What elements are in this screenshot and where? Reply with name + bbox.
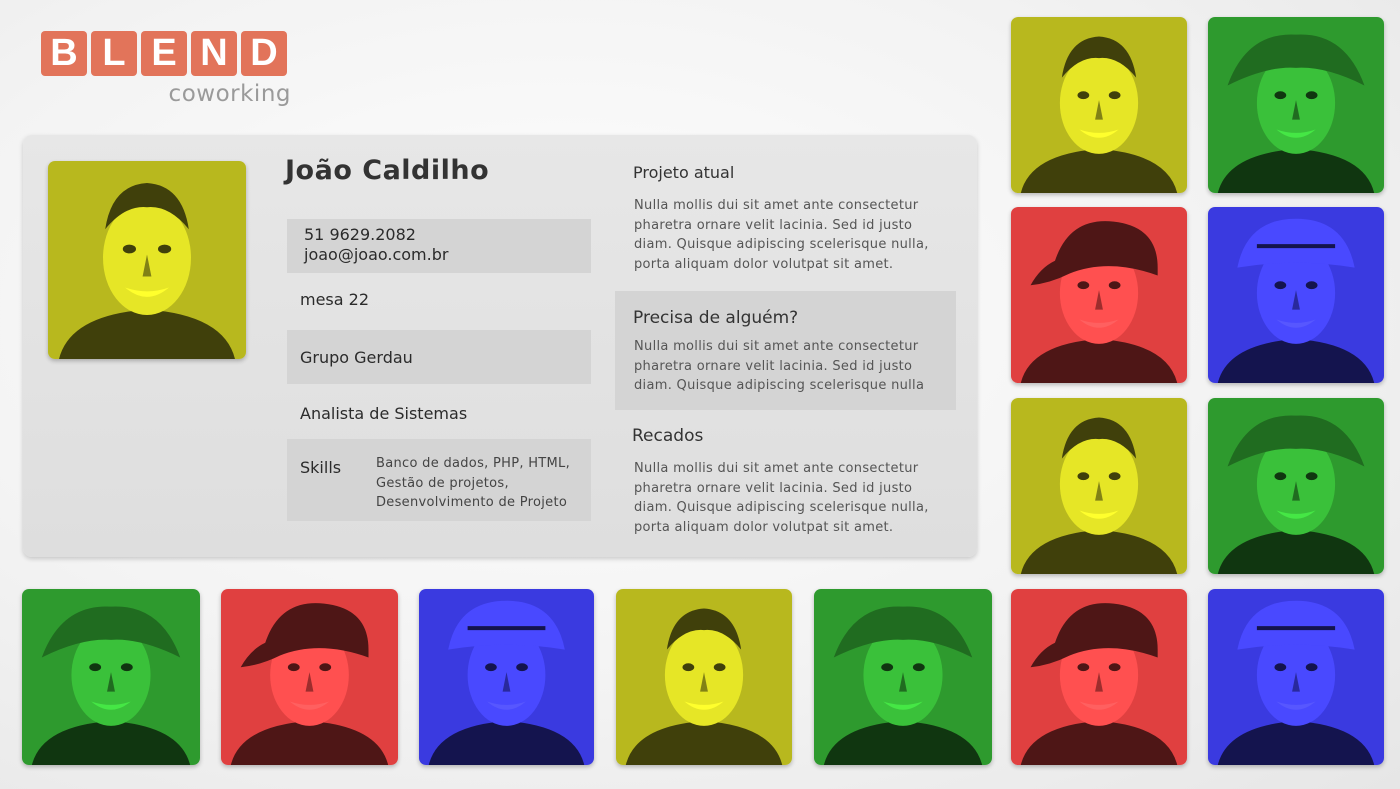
logo-letter-l: L [91, 31, 137, 76]
skills-box: Skills Banco de dados, PHP, HTML, Gestão… [287, 439, 591, 521]
messages-body: Nulla mollis dui sit amet ante consectet… [634, 459, 946, 537]
text-line: diam. Quisque adipiscing scelerisque nul… [634, 378, 925, 393]
role-label: Analista de Sistemas [300, 403, 468, 423]
member-photo-tile[interactable] [814, 589, 992, 765]
text-line: Nulla mollis dui sit amet ante consectet… [634, 461, 919, 476]
text-line: pharetra ornare velit lacinia. Sed id ju… [634, 358, 913, 374]
member-photo-tile[interactable] [419, 589, 594, 765]
member-photo-tile[interactable] [616, 589, 792, 765]
messages-title: Recados [632, 426, 704, 446]
skills-list: Banco de dados, PHP, HTML, Gestão de pro… [376, 439, 570, 521]
phone-number[interactable]: 51 9629.2082 [304, 225, 591, 245]
member-photo-tile[interactable] [1208, 589, 1384, 765]
logo-letter-n: N [191, 31, 237, 76]
text-line: porta aliquam dolor volutpat sit amet. [634, 256, 894, 272]
member-photo-tile[interactable] [1208, 207, 1384, 383]
member-photo-tile[interactable] [1011, 589, 1187, 765]
profile-name: João Caldilho [285, 155, 490, 186]
current-project-title: Projeto atual [633, 163, 735, 182]
text-line: Nulla mollis dui sit amet ante consectet… [634, 339, 919, 354]
profile-card: João Caldilho 51 9629.2082 joao@joao.com… [23, 135, 977, 557]
avatar-photo [48, 161, 246, 359]
member-photo-tile[interactable] [1208, 17, 1384, 193]
logo-subtitle: coworking [168, 81, 291, 107]
text-line: diam. Quisque adipiscing scelerisque nul… [634, 500, 929, 515]
company-name: Grupo Gerdau [287, 330, 591, 384]
member-photo-tile[interactable] [1011, 207, 1187, 383]
profile-avatar[interactable] [48, 161, 246, 359]
blend-logo: B L E N D coworking [41, 31, 291, 107]
logo-letter-b: B [41, 31, 87, 76]
skills-line: Banco de dados, PHP, HTML, [376, 456, 571, 471]
skills-line: Gestão de projetos, [376, 475, 509, 491]
member-photo-tile[interactable] [1208, 398, 1384, 574]
text-line: Nulla mollis dui sit amet ante consectet… [634, 198, 919, 213]
logo-letter-e: E [141, 31, 187, 76]
email-address[interactable]: joao@joao.com.br [304, 245, 591, 265]
need-someone-body: Nulla mollis dui sit amet ante consectet… [634, 337, 946, 396]
skills-label: Skills [300, 458, 342, 477]
need-someone-title: Precisa de alguém? [633, 308, 799, 328]
contact-box: 51 9629.2082 joao@joao.com.br [287, 219, 591, 273]
member-photo-tile[interactable] [1011, 398, 1187, 574]
member-photo-tile[interactable] [22, 589, 200, 765]
text-line: porta aliquam dolor volutpat sit amet. [634, 519, 894, 535]
company-label: Grupo Gerdau [300, 347, 413, 367]
job-role: Analista de Sistemas [287, 401, 591, 425]
text-line: pharetra ornare velit lacinia. Sed id ju… [634, 217, 913, 233]
skills-line: Desenvolvimento de Projeto [376, 495, 568, 510]
desk-number: mesa 22 [300, 290, 370, 309]
text-line: diam. Quisque adipiscing scelerisque nul… [634, 237, 929, 252]
current-project-body: Nulla mollis dui sit amet ante consectet… [634, 196, 946, 274]
member-photo-tile[interactable] [221, 589, 398, 765]
logo-letter-d: D [241, 31, 287, 76]
text-line: pharetra ornare velit lacinia. Sed id ju… [634, 480, 913, 496]
member-photo-tile[interactable] [1011, 17, 1187, 193]
